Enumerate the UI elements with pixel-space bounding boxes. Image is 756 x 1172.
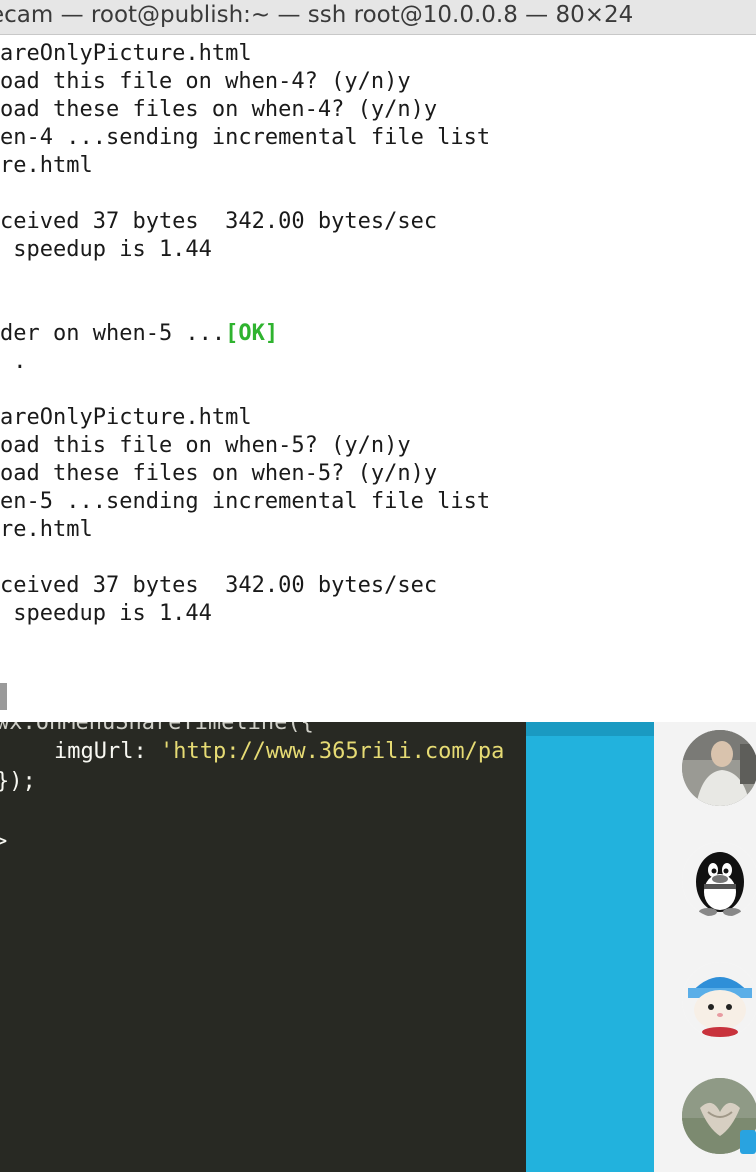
person-photo-avatar[interactable]: [682, 730, 756, 806]
terminal-line-status: der on when-5 ...[OK]: [0, 320, 278, 348]
code-key: imgUrl:: [54, 739, 160, 764]
terminal-line-text: der on when-5 ...: [0, 321, 226, 346]
terminal-line: oad these files on when-4? (y/n)y: [0, 97, 438, 122]
penguin-avatar[interactable]: [682, 842, 756, 918]
mobile-device-icon: [740, 1130, 756, 1154]
terminal-line: speedup is 1.44: [0, 237, 212, 262]
code-line: imgUrl: 'http://www.365rili.com/pa: [54, 737, 504, 767]
terminal-line: speedup is 1.44: [0, 601, 212, 626]
terminal-line: ceived 37 bytes 342.00 bytes/sec: [0, 573, 438, 598]
code-line: >: [0, 829, 8, 854]
window-title: ecam — root@publish:~ — ssh root@10.0.0.…: [0, 2, 634, 28]
terminal-line: areOnlyPicture.html: [0, 405, 252, 430]
terminal-line: en-4 ...sending incremental file list: [0, 125, 491, 150]
blue-panel-header: [526, 722, 654, 736]
cat-avatar[interactable]: [682, 962, 756, 1038]
code-line: wx.onMenuShareTimeline({: [0, 722, 314, 735]
contacts-column: [654, 722, 756, 1172]
terminal-line: oad these files on when-5? (y/n)y: [0, 461, 438, 486]
terminal-line: oad this file on when-5? (y/n)y: [0, 433, 411, 458]
code-string: 'http://www.365rili.com/pa: [159, 739, 505, 764]
cat-icon: [682, 962, 756, 1038]
code-editor[interactable]: wx.onMenuShareTimeline({ imgUrl: 'http:/…: [0, 722, 526, 1172]
terminal-titlebar: ecam — root@publish:~ — ssh root@10.0.0.…: [0, 0, 756, 35]
penguin-icon: [682, 842, 756, 918]
code-line: });: [0, 769, 36, 794]
terminal-line: re.html: [0, 153, 93, 178]
terminal-line: re.html: [0, 517, 93, 542]
terminal-line: ceived 37 bytes 342.00 bytes/sec: [0, 209, 438, 234]
terminal-line: .: [0, 349, 27, 374]
person-photo-icon: [682, 730, 756, 806]
terminal-cursor: [0, 683, 7, 710]
terminal-output[interactable]: areOnlyPicture.html oad this file on whe…: [0, 35, 756, 722]
terminal-line: areOnlyPicture.html: [0, 41, 252, 66]
terminal-line: oad this file on when-4? (y/n)y: [0, 69, 411, 94]
blue-panel: [526, 722, 654, 1172]
ok-status-badge: [OK]: [225, 321, 279, 346]
terminal-line: en-5 ...sending incremental file list: [0, 489, 491, 514]
